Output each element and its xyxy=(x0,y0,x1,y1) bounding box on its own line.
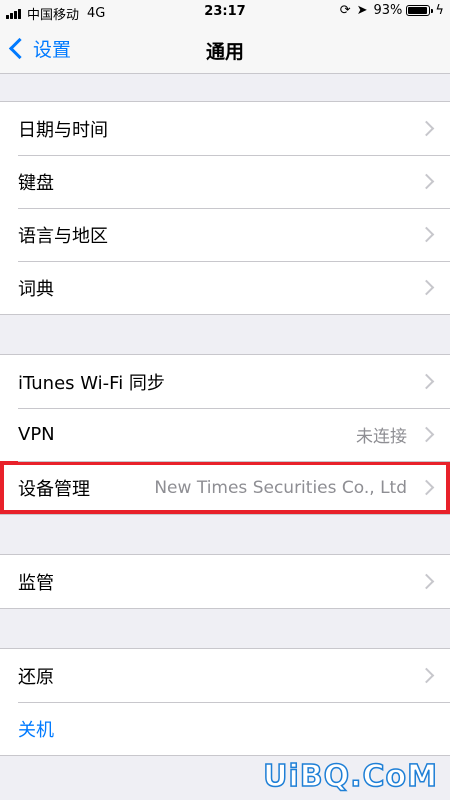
chevron-right-icon xyxy=(418,426,435,443)
navigation-bar: 设置 通用 xyxy=(0,24,450,74)
row-label: 词典 xyxy=(18,278,54,300)
battery-percent: 93% xyxy=(373,3,403,18)
row-shut-down[interactable]: 关机 xyxy=(0,702,450,755)
settings-group-1: 日期与时间 键盘 语言与地区 词典 xyxy=(0,101,450,315)
row-label: VPN xyxy=(18,424,55,445)
row-label: 还原 xyxy=(18,666,54,688)
chevron-right-icon xyxy=(418,667,435,684)
chevron-right-icon xyxy=(418,173,435,190)
chevron-right-icon xyxy=(418,120,435,137)
row-language-region[interactable]: 语言与地区 xyxy=(0,208,450,261)
row-label: 监管 xyxy=(18,572,54,594)
orientation-lock-icon: ⟳ xyxy=(339,3,351,18)
row-reset[interactable]: 还原 xyxy=(0,649,450,702)
shut-down-label: 关机 xyxy=(18,719,54,741)
row-label: 设备管理 xyxy=(18,478,90,500)
row-label: iTunes Wi-Fi 同步 xyxy=(18,372,165,394)
chevron-right-icon xyxy=(418,573,435,590)
row-label: 日期与时间 xyxy=(18,119,108,141)
row-label: 语言与地区 xyxy=(18,225,108,247)
chevron-right-icon xyxy=(418,226,435,243)
row-dictionary[interactable]: 词典 xyxy=(0,261,450,314)
row-vpn[interactable]: VPN 未连接 xyxy=(0,408,450,461)
chevron-right-icon xyxy=(418,373,435,390)
chevron-right-icon xyxy=(418,279,435,296)
battery-icon xyxy=(406,5,434,16)
row-date-time[interactable]: 日期与时间 xyxy=(0,102,450,155)
row-label: 键盘 xyxy=(18,172,54,194)
device-profile-name: New Times Securities Co., Ltd xyxy=(154,477,407,498)
row-keyboard[interactable]: 键盘 xyxy=(0,155,450,208)
page-title: 通用 xyxy=(205,41,244,63)
settings-group-3: 监管 xyxy=(0,554,450,609)
chevron-right-icon xyxy=(418,479,435,496)
settings-group-4: 还原 关机 xyxy=(0,648,450,756)
row-supervision[interactable]: 监管 xyxy=(0,555,450,608)
row-device-management[interactable]: 设备管理 New Times Securities Co., Ltd xyxy=(0,461,450,514)
site-watermark: UiBQ.CoM xyxy=(262,758,438,795)
vpn-status: 未连接 xyxy=(356,427,407,447)
status-bar: 中国移动 4G 23:17 ⟳ ➤ 93% ϟ xyxy=(0,0,450,24)
row-itunes-wifi-sync[interactable]: iTunes Wi-Fi 同步 xyxy=(0,355,450,408)
settings-group-2: iTunes Wi-Fi 同步 VPN 未连接 设备管理 New Times S… xyxy=(0,354,450,515)
status-right: ⟳ ➤ 93% ϟ xyxy=(340,3,444,18)
location-arrow-icon: ➤ xyxy=(356,3,368,18)
charging-bolt-icon: ϟ xyxy=(435,3,444,18)
battery-fill xyxy=(408,7,428,14)
